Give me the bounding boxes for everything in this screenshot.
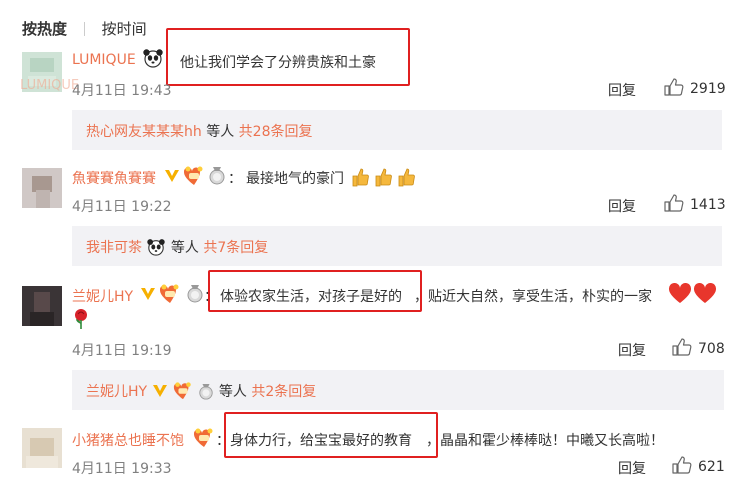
medal-icon <box>198 383 214 405</box>
tab-divider <box>83 22 85 36</box>
rose-icon <box>72 308 90 334</box>
like-button[interactable]: 2919 <box>664 78 726 100</box>
comment-time: 4月11日 19:19 <box>72 343 172 359</box>
comment-text: 最接地气的豪门 <box>246 171 344 187</box>
medal-icon <box>208 166 226 190</box>
panda-icon <box>146 238 166 260</box>
fan-badge-icon <box>192 427 216 453</box>
comment-time: 4月11日 19:22 <box>72 199 172 215</box>
comment-text: ，晶晶和霍少棒棒哒！中曦又长高啦！ <box>426 433 664 449</box>
reply-thread-summary[interactable]: 我非可茶 等人 共7条回复 <box>86 237 268 260</box>
like-count: 621 <box>698 459 725 475</box>
like-button[interactable]: 621 <box>672 456 725 478</box>
username[interactable]: 兰妮儿HY <box>72 286 133 306</box>
highlight-box <box>166 28 410 86</box>
verified-v-icon <box>164 168 180 188</box>
thumbs-up-icon <box>672 456 692 478</box>
username-ghost: LUMIQUE <box>20 78 80 93</box>
reply-usernames[interactable]: 热心网友某某某hh <box>86 124 202 140</box>
like-count: 708 <box>698 341 725 357</box>
reply-thread-summary[interactable]: 热心网友某某某hh 等人 共28条回复 <box>86 121 312 141</box>
thumbs-up-icon <box>672 338 692 360</box>
reply-count[interactable]: 共2条回复 <box>251 384 316 400</box>
highlight-box <box>208 270 422 312</box>
reply-usernames[interactable]: 我非可茶 <box>86 240 142 256</box>
reply-button[interactable]: 回复 <box>618 458 646 478</box>
tab-time[interactable]: 按时间 <box>102 20 147 38</box>
like-count: 2919 <box>690 81 726 97</box>
fan-badge-icon <box>172 381 194 405</box>
like-button[interactable]: 708 <box>672 338 725 360</box>
reply-etc: 等人 <box>218 384 247 400</box>
thumbs-up-icon <box>664 194 684 216</box>
comment-sep: ： <box>228 171 242 187</box>
username[interactable]: 魚賽賽魚賽賽 <box>72 168 156 188</box>
heart-icons <box>668 282 718 309</box>
verified-v-icon <box>152 383 168 403</box>
comment-time: 4月11日 19:43 <box>72 83 172 99</box>
avatar[interactable] <box>22 286 62 330</box>
reply-etc: 等人 <box>170 240 199 256</box>
tab-hot[interactable]: 按热度 <box>22 20 67 38</box>
reply-button[interactable]: 回复 <box>618 340 646 360</box>
username[interactable]: LUMIQUE <box>72 52 136 68</box>
panda-icon <box>142 48 164 72</box>
medal-icon <box>186 284 204 308</box>
avatar[interactable] <box>22 168 62 212</box>
username[interactable]: 小猪猪总也睡不饱 <box>72 430 184 450</box>
avatar[interactable] <box>22 428 62 472</box>
thumbs-up-icon <box>664 78 684 100</box>
comment-time: 4月11日 19:33 <box>72 461 172 477</box>
fan-badge-icon <box>182 165 206 191</box>
reply-button[interactable]: 回复 <box>608 196 636 216</box>
verified-v-icon <box>140 286 156 306</box>
like-button[interactable]: 1413 <box>664 194 726 216</box>
reply-count[interactable]: 共28条回复 <box>239 124 313 140</box>
reply-button[interactable]: 回复 <box>608 80 636 100</box>
reply-thread-summary[interactable]: 兰妮儿HY 等人 共2条回复 <box>86 381 316 405</box>
fan-badge-icon <box>158 283 182 309</box>
reply-usernames[interactable]: 兰妮儿HY <box>86 384 147 400</box>
highlight-box <box>224 412 438 458</box>
like-count: 1413 <box>690 197 726 213</box>
reply-etc: 等人 <box>206 124 235 140</box>
thumbs-up-emoji-icon <box>350 166 420 192</box>
reply-count[interactable]: 共7条回复 <box>203 240 268 256</box>
comment-text: ，贴近大自然，享受生活，朴实的一家 <box>414 289 652 305</box>
sort-tabs: 按热度 按时间 <box>22 18 147 39</box>
